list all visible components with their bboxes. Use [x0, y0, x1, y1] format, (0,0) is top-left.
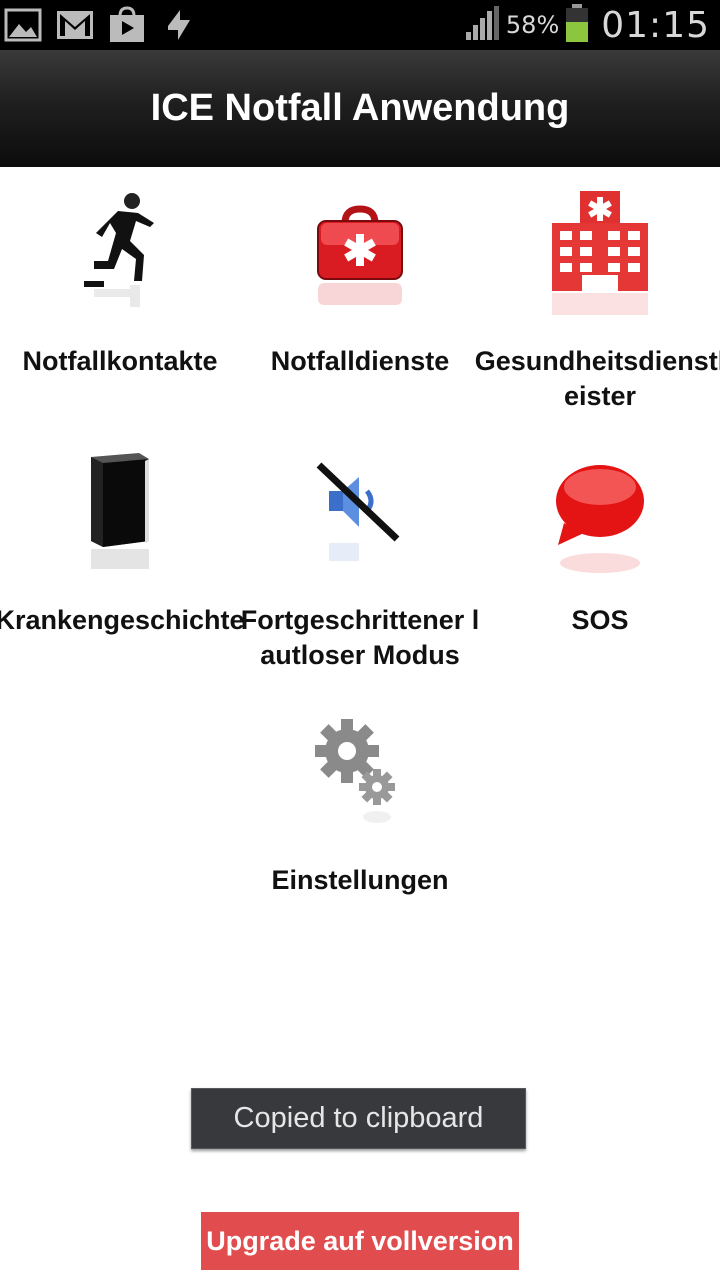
toast-message: Copied to clipboard	[191, 1088, 526, 1149]
menu-item-krankengeschichte[interactable]: Krankengeschichte	[0, 427, 245, 687]
menu-item-label: Einstellungen	[271, 865, 449, 895]
menu-item-lautloser-modus[interactable]: Fortgeschrittener lautloser Modus	[240, 427, 480, 687]
muted-speaker-icon	[315, 461, 405, 576]
speech-bubble-icon	[554, 463, 646, 578]
menu-item-einstellungen[interactable]: Einstellungen	[240, 687, 480, 947]
menu-item-label: Notfalldienste	[270, 346, 450, 376]
menu-item-label: SOS	[571, 605, 629, 635]
sync-icon	[160, 6, 198, 44]
notification-icons	[4, 4, 198, 46]
signal-icon	[464, 5, 500, 46]
menu-item-sos[interactable]: SOS	[480, 427, 720, 687]
upgrade-button-label: Upgrade auf vollversion	[206, 1225, 514, 1256]
menu-item-label: Krankengeschichte	[0, 605, 245, 635]
upgrade-button[interactable]: Upgrade auf vollversion	[201, 1212, 519, 1270]
first-aid-kit-icon	[315, 203, 405, 318]
menu-item-label: Gesundheitsdienstleister	[474, 346, 720, 411]
status-bar: 58% 01:15	[0, 0, 720, 50]
menu-item-label: Notfallkontakte	[22, 346, 218, 376]
battery-icon	[565, 3, 589, 48]
gears-icon	[315, 717, 405, 832]
app-title-bar: ICE Notfall Anwendung	[0, 50, 720, 167]
gmail-icon	[56, 6, 94, 44]
hospital-icon	[550, 189, 650, 324]
menu-item-label: Fortgeschrittener lautloser Modus	[240, 605, 480, 670]
menu-item-gesundheitsdienstleister[interactable]: Gesundheitsdienstleister	[475, 167, 720, 427]
running-person-icon	[80, 189, 160, 324]
image-icon	[4, 6, 42, 44]
clock: 01:15	[601, 4, 710, 46]
toast-text: Copied to clipboard	[233, 1102, 484, 1134]
book-icon	[85, 449, 155, 584]
play-store-icon	[108, 6, 146, 44]
battery-percent: 58%	[505, 11, 560, 39]
app-title: ICE Notfall Anwendung	[150, 87, 570, 129]
menu-item-notfallkontakte[interactable]: Notfallkontakte	[0, 167, 240, 427]
menu-item-notfalldienste[interactable]: Notfalldienste	[240, 167, 480, 427]
